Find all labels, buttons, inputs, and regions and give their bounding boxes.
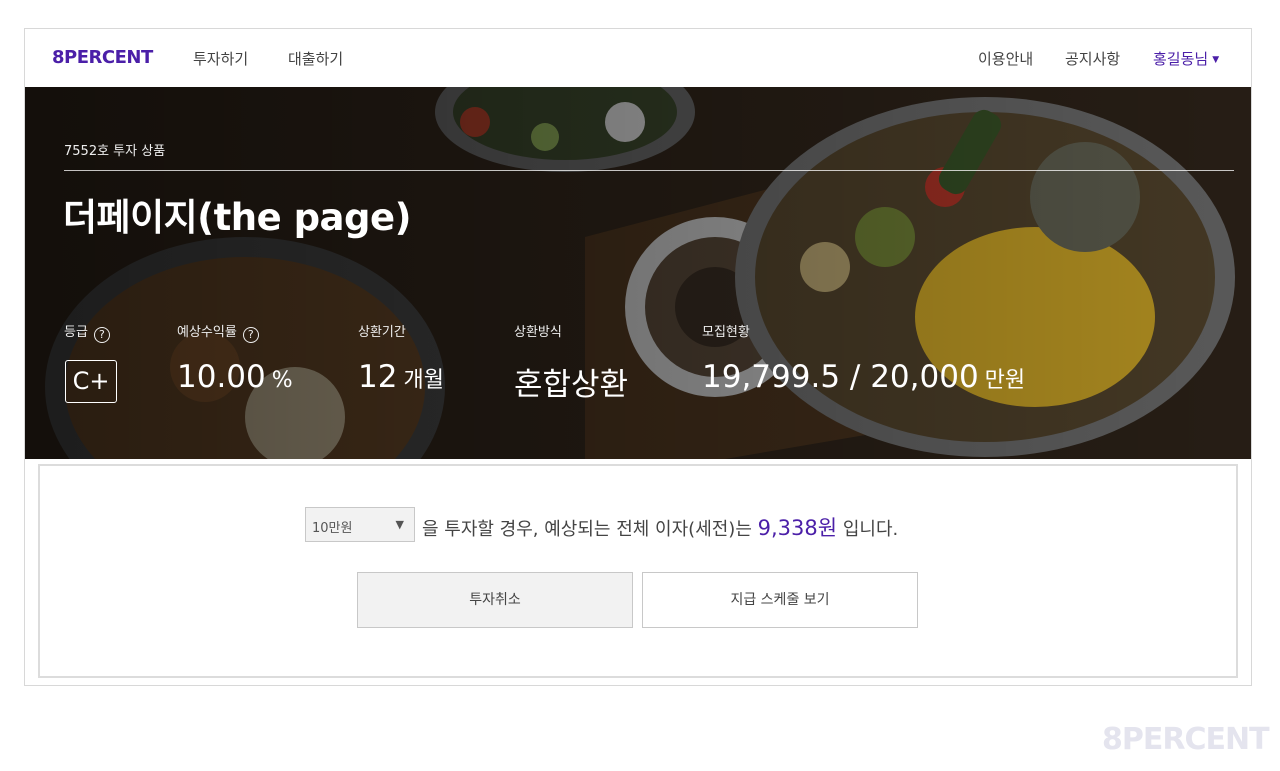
- user-menu[interactable]: 홍길동님 ▼: [1153, 48, 1219, 69]
- funding-value: 19,799.5 / 20,000 만원: [702, 359, 1026, 395]
- period-label: 상환기간: [358, 325, 406, 340]
- funding-label: 모집현황: [702, 325, 750, 340]
- user-name: 홍길동님: [1153, 50, 1209, 68]
- hero-divider: [64, 170, 1234, 171]
- logo[interactable]: 8PERCENT: [52, 47, 153, 68]
- rate-label: 예상수익률?: [177, 321, 259, 343]
- grade-label: 등급?: [64, 321, 110, 343]
- product-number: 7552호 투자 상품: [64, 144, 166, 159]
- page-frame: 8PERCENT 투자하기 대출하기 이용안내 공지사항 홍길동님 ▼ 7552…: [24, 28, 1252, 686]
- hero-overlay: [25, 87, 1251, 459]
- watermark-logo: 8PERCENT: [1102, 722, 1270, 757]
- calculator-text: 을 투자할 경우, 예상되는 전체 이자(세전)는 9,338원 입니다.: [422, 516, 899, 540]
- calculator-row: 10만원 ▼ 을 투자할 경우, 예상되는 전체 이자(세전)는 9,338원 …: [305, 506, 1005, 542]
- top-nav: 8PERCENT 투자하기 대출하기 이용안내 공지사항 홍길동님 ▼: [25, 29, 1251, 87]
- product-hero: 7552호 투자 상품 더페이지(the page) 등급? 예상수익률? 상환…: [25, 87, 1251, 459]
- rate-value: 10.00%: [177, 359, 293, 395]
- expected-interest: 9,338원: [757, 516, 838, 540]
- payment-schedule-button[interactable]: 지급 스케줄 보기: [642, 572, 918, 628]
- amount-select[interactable]: 10만원 ▼: [305, 507, 415, 542]
- help-icon[interactable]: ?: [93, 327, 110, 343]
- dropdown-arrow-icon: ▼: [395, 518, 404, 531]
- nav-notice[interactable]: 공지사항: [1065, 48, 1120, 69]
- help-icon[interactable]: ?: [242, 327, 259, 343]
- interest-calculator: 10만원 ▼ 을 투자할 경우, 예상되는 전체 이자(세전)는 9,338원 …: [38, 464, 1238, 678]
- nav-guide[interactable]: 이용안내: [978, 48, 1033, 69]
- nav-loan[interactable]: 대출하기: [288, 48, 343, 69]
- caret-down-icon: ▼: [1212, 55, 1220, 65]
- product-title: 더페이지(the page): [63, 196, 412, 239]
- nav-invest[interactable]: 투자하기: [193, 48, 248, 69]
- grade-badge: C+: [65, 360, 117, 403]
- method-value: 혼합상환: [514, 367, 629, 403]
- method-label: 상환방식: [514, 325, 562, 340]
- period-value: 12 개월: [358, 359, 444, 395]
- cancel-investment-button[interactable]: 투자취소: [357, 572, 633, 628]
